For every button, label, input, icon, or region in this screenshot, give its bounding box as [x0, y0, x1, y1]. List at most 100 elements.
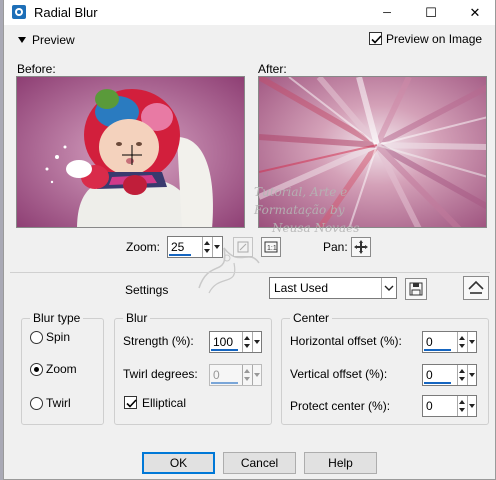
- minimize-button[interactable]: ─: [367, 0, 407, 25]
- protect-center-spinner[interactable]: 0: [422, 395, 477, 417]
- zoom-radio[interactable]: [30, 363, 43, 376]
- arrow-up-icon: [204, 241, 210, 245]
- blur-group: Blur Strength (%): 100 Twirl degrees: 0: [114, 311, 272, 425]
- preview-on-image-checkbox[interactable]: [369, 32, 382, 45]
- horizontal-offset-label: Horizontal offset (%):: [290, 334, 402, 348]
- watermark: Tutorial, Arte e Formatação by Neusa Nov…: [254, 183, 384, 273]
- elliptical-checkbox[interactable]: [124, 396, 137, 409]
- checkmark-icon: [126, 399, 137, 408]
- settings-label: Settings: [125, 283, 169, 297]
- preview-toggle[interactable]: Preview: [12, 27, 82, 49]
- arrow-down-icon: [459, 344, 465, 348]
- divider: [10, 272, 490, 273]
- blur-type-group: Blur type Spin Zoom Twirl: [21, 311, 104, 425]
- chevron-down-icon: [384, 285, 394, 291]
- preview-bar: Preview Preview on Image: [4, 25, 495, 53]
- after-label: After:: [258, 62, 287, 76]
- zoom-label: Zoom:: [126, 240, 161, 254]
- arrow-up-icon: [459, 400, 465, 404]
- twirl-degrees-stepper[interactable]: [242, 365, 251, 385]
- cancel-button[interactable]: Cancel: [223, 452, 296, 474]
- pan-label: Pan:: [323, 240, 348, 254]
- blur-title: Blur: [123, 311, 151, 325]
- spin-radio[interactable]: [30, 331, 43, 344]
- arrow-up-icon: [459, 336, 465, 340]
- strength-label: Strength (%):: [123, 334, 194, 348]
- vertical-offset-label: Vertical offset (%):: [290, 367, 388, 381]
- help-button[interactable]: Help: [304, 452, 377, 474]
- horizontal-offset-stepper[interactable]: [457, 332, 466, 352]
- vertical-offset-stepper[interactable]: [457, 365, 466, 385]
- zoom-value: 25: [171, 240, 185, 254]
- arrow-down-icon: [204, 249, 210, 253]
- arrow-down-icon: [244, 377, 250, 381]
- vertical-offset-dropdown[interactable]: [467, 365, 475, 385]
- watermark-line-3: Neusa Novaes: [272, 221, 360, 235]
- watermark-line-1: Tutorial, Arte e: [254, 185, 348, 199]
- arrow-down-icon: [459, 377, 465, 381]
- save-preset-button[interactable]: [405, 278, 427, 300]
- close-button[interactable]: ✕: [455, 0, 495, 25]
- blur-type-title: Blur type: [30, 311, 84, 325]
- checkmark-icon: [371, 35, 382, 44]
- vertical-offset-spinner[interactable]: 0: [422, 364, 477, 386]
- zoom-to-fit-button[interactable]: [233, 237, 253, 257]
- preview-on-image-label: Preview on Image: [386, 32, 483, 46]
- twirl-radio[interactable]: [30, 397, 43, 410]
- reset-button[interactable]: [463, 276, 489, 300]
- preset-value: Last Used: [274, 281, 329, 295]
- protect-center-label: Protect center (%):: [290, 399, 391, 413]
- ok-button[interactable]: OK: [142, 452, 215, 474]
- chevron-down-icon: [214, 245, 220, 249]
- arrow-up-icon: [459, 369, 465, 373]
- svg-text:1:1: 1:1: [267, 245, 277, 252]
- before-preview-image: [17, 77, 244, 227]
- zoom-dropdown[interactable]: [212, 237, 220, 257]
- settings-preset-dropdown[interactable]: Last Used: [269, 277, 397, 299]
- protect-center-stepper[interactable]: [457, 396, 466, 416]
- strength-value: 100: [213, 335, 234, 349]
- protect-center-dropdown[interactable]: [467, 396, 475, 416]
- twirl-degrees-label: Twirl degrees:: [123, 367, 198, 381]
- elliptical-label: Elliptical: [142, 396, 187, 410]
- center-title: Center: [290, 311, 333, 325]
- actual-size-button[interactable]: 1:1: [261, 237, 281, 257]
- preview-label: Preview: [32, 33, 75, 47]
- actual-size-icon: 1:1: [264, 241, 278, 253]
- save-icon: [409, 282, 423, 296]
- chevron-down-icon: [254, 340, 260, 344]
- zoom-radio-label: Zoom: [46, 362, 77, 376]
- horizontal-offset-spinner[interactable]: 0: [422, 331, 477, 353]
- chevron-down-icon: [469, 404, 475, 408]
- twirl-label: Twirl: [46, 396, 71, 410]
- close-icon: ✕: [469, 4, 481, 20]
- strength-spinner[interactable]: 100: [209, 331, 262, 353]
- center-group: Center Horizontal offset (%): 0 Vertical…: [281, 311, 489, 425]
- twirl-degrees-dropdown[interactable]: [252, 365, 260, 385]
- title-bar: Radial Blur ─ ☐ ✕: [4, 0, 495, 25]
- fit-icon: [237, 241, 249, 253]
- maximize-button[interactable]: ☐: [411, 0, 451, 25]
- horizontal-offset-dropdown[interactable]: [467, 332, 475, 352]
- chevron-down-icon: [254, 373, 260, 377]
- radial-blur-dialog: Radial Blur ─ ☐ ✕ Preview Preview on Ima…: [3, 0, 496, 480]
- strength-dropdown[interactable]: [252, 332, 260, 352]
- watermark-line-2: Formatação by: [254, 203, 345, 217]
- move-icon: [354, 240, 368, 254]
- chevron-down-icon: [469, 373, 475, 377]
- twirl-degrees-spinner[interactable]: 0: [209, 364, 262, 386]
- before-label: Before:: [17, 62, 56, 76]
- minimize-icon: ─: [383, 6, 391, 19]
- zoom-stepper[interactable]: [202, 237, 211, 257]
- maximize-icon: ☐: [425, 4, 437, 20]
- zoom-spinner[interactable]: 25: [167, 236, 223, 258]
- strength-stepper[interactable]: [242, 332, 251, 352]
- chevron-down-icon: [469, 340, 475, 344]
- protect-center-value: 0: [426, 399, 433, 413]
- window-title: Radial Blur: [34, 5, 98, 20]
- pan-button[interactable]: [351, 237, 371, 257]
- reset-icon: [468, 280, 484, 294]
- twirl-degrees-value: 0: [213, 368, 220, 382]
- before-preview[interactable]: [16, 76, 245, 228]
- horizontal-offset-value: 0: [426, 335, 433, 349]
